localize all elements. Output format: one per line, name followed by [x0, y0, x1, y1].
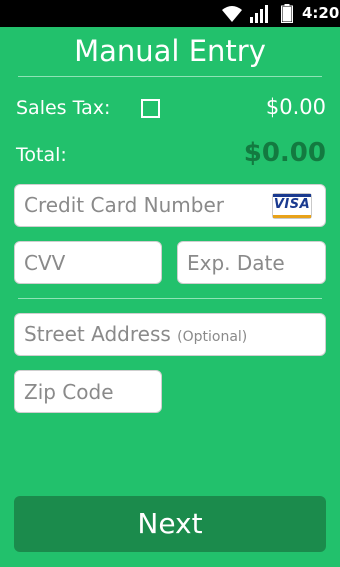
cvv-placeholder: CVV: [24, 251, 66, 275]
visa-label: VISA: [273, 197, 311, 212]
street-address-placeholder: Street Address (Optional): [24, 322, 247, 346]
exp-date-field[interactable]: Exp. Date: [177, 241, 326, 284]
sales-tax-label: Sales Tax:: [16, 97, 111, 119]
sales-tax-checkbox[interactable]: [141, 99, 160, 118]
cvv-field[interactable]: CVV: [14, 241, 162, 284]
status-bar: 4:20: [0, 0, 340, 27]
battery-icon: [281, 4, 293, 23]
visa-bottom-stripe: [273, 215, 311, 218]
header-divider: [18, 76, 322, 77]
signal-icon: [250, 5, 268, 23]
zip-code-field[interactable]: Zip Code: [14, 370, 162, 413]
exp-date-placeholder: Exp. Date: [187, 251, 285, 275]
total-label: Total:: [16, 144, 67, 166]
credit-card-placeholder: Credit Card Number: [24, 193, 224, 217]
credit-card-field[interactable]: Credit Card Number VISA: [14, 184, 326, 227]
next-button[interactable]: Next: [14, 496, 326, 552]
street-address-field[interactable]: Street Address (Optional): [14, 313, 326, 356]
street-address-label: Street Address: [24, 322, 171, 346]
sales-tax-amount: $0.00: [265, 95, 326, 119]
zip-code-placeholder: Zip Code: [24, 380, 114, 404]
clock: 4:20: [302, 4, 340, 22]
page-title: Manual Entry: [74, 34, 266, 68]
wifi-icon: [222, 6, 242, 22]
visa-card-icon: VISA: [272, 193, 312, 219]
section-divider: [18, 298, 322, 299]
optional-hint: (Optional): [177, 329, 248, 345]
total-amount: $0.00: [243, 138, 326, 168]
